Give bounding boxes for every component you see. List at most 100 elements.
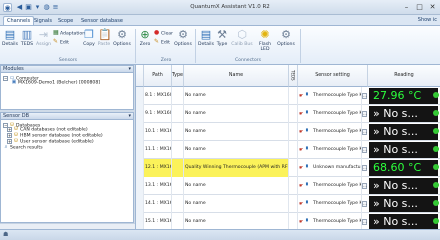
copy-button[interactable]: ❐ Copy bbox=[82, 29, 96, 48]
row-selector[interactable] bbox=[136, 123, 144, 141]
pin-icon[interactable]: ▾ bbox=[128, 113, 131, 120]
cell-name[interactable]: No name bbox=[184, 141, 289, 159]
status-dot bbox=[433, 164, 439, 170]
table-row[interactable]: 9.1 : MX1609-A-IN No name ☛▘Thermocouple T… bbox=[136, 105, 440, 123]
sensor-options-button[interactable]: ⚙ Options bbox=[112, 29, 132, 48]
row-selector[interactable] bbox=[136, 195, 144, 213]
cell-name[interactable]: No name bbox=[184, 123, 289, 141]
adaptation-button[interactable]: ▦Adaptation bbox=[53, 30, 85, 37]
tree-item-device[interactable]: ▣ MX1609-Demo1 (Belcher) [000808] bbox=[1, 79, 133, 86]
app-menu-icon[interactable]: ◉ bbox=[3, 3, 12, 12]
column-header-teds[interactable]: TEDS bbox=[289, 65, 298, 87]
channel-grid: Path Type Name TEDS Sensor setting Readi… bbox=[135, 65, 440, 240]
maximize-button[interactable]: □ bbox=[413, 2, 426, 12]
cell-name[interactable]: No name bbox=[184, 195, 289, 213]
reading-display: » No s... bbox=[369, 124, 438, 140]
row-selector[interactable] bbox=[136, 87, 144, 105]
pin-icon[interactable]: ▾ bbox=[128, 66, 131, 73]
cell-teds bbox=[289, 159, 298, 177]
column-header-name[interactable]: Name bbox=[184, 65, 289, 87]
table-row[interactable]: 13.1 : MX1609-A-IN No name ☛▘Thermocouple … bbox=[136, 177, 440, 195]
sensor-more-button[interactable]: … bbox=[362, 219, 367, 225]
connector-type-button[interactable]: ⚒ Type bbox=[215, 28, 229, 48]
column-header-reading[interactable]: Reading bbox=[368, 65, 440, 87]
cell-sensor-setting[interactable]: Thermocouple Type K bbox=[312, 141, 362, 159]
sensor-more-button[interactable]: … bbox=[362, 201, 367, 207]
sensor-more-button[interactable]: … bbox=[362, 147, 367, 153]
column-header-type[interactable]: Type bbox=[172, 65, 184, 87]
teds-button[interactable]: ▥ TEDS bbox=[19, 29, 35, 48]
cell-path: 10.1 : MX1609-A-IN bbox=[144, 123, 172, 141]
row-selector[interactable] bbox=[136, 177, 144, 195]
table-row[interactable]: 11.1 : MX1609-A-IN No name ☛▘Thermocouple … bbox=[136, 141, 440, 159]
row-selector[interactable] bbox=[136, 141, 144, 159]
cell-sensor-setting[interactable]: Thermocouple Type K bbox=[312, 87, 362, 105]
connector-options-icon: ⚙ bbox=[281, 28, 291, 41]
zero-options-button[interactable]: ⚙ Options bbox=[174, 29, 192, 48]
table-row[interactable]: 10.1 : MX1609-A-IN No name ☛▘Thermocouple … bbox=[136, 123, 440, 141]
minimize-button[interactable]: – bbox=[400, 2, 413, 12]
details-button[interactable]: ▤ Details bbox=[2, 29, 18, 48]
calib-bus-button[interactable]: ⬡ Calib Bus bbox=[230, 29, 254, 48]
sensordb-panel-title: Sensor DB bbox=[3, 113, 30, 119]
reading-display: » No s... bbox=[369, 214, 438, 230]
cell-name[interactable]: No name bbox=[184, 87, 289, 105]
sensor-more-button[interactable]: … bbox=[362, 93, 367, 99]
cell-sensor-setting[interactable]: Thermocouple Type K bbox=[312, 195, 362, 213]
row-selector[interactable] bbox=[136, 159, 144, 177]
dropdown-icon[interactable]: ▾ bbox=[33, 3, 42, 12]
thermocouple-icon: ▘ bbox=[306, 93, 310, 99]
tab-channels[interactable]: Channels bbox=[3, 16, 35, 25]
group-separator bbox=[300, 29, 301, 63]
expand-icon[interactable]: + bbox=[7, 126, 12, 132]
tab-scope[interactable]: Scope bbox=[55, 17, 76, 25]
paste-button[interactable]: 📋 Paste bbox=[97, 29, 112, 48]
thermocouple-icon: ▘ bbox=[306, 147, 310, 153]
cell-type bbox=[172, 105, 184, 123]
sensor-more-button[interactable]: … bbox=[362, 183, 367, 189]
connector-options-button[interactable]: ⚙ Options bbox=[276, 28, 296, 48]
collapse-icon[interactable]: − bbox=[3, 75, 8, 81]
flash-led-button[interactable]: ✺ Flash LED bbox=[255, 29, 275, 53]
cell-name[interactable]: No name bbox=[184, 105, 289, 123]
connector-details-button[interactable]: ▤ Details bbox=[198, 29, 214, 48]
thermocouple-icon: ▘ bbox=[306, 201, 310, 207]
edit-zero-button[interactable]: ✎ Edit bbox=[154, 39, 170, 46]
table-row[interactable]: 12.1 : MX1609-A-IN Quality Winning Thermo… bbox=[136, 159, 440, 177]
cell-sensor-setting[interactable]: Thermocouple Type K bbox=[312, 123, 362, 141]
help-icon[interactable]: ◍ bbox=[42, 3, 51, 12]
table-row[interactable]: 8.1 : MX1609-A-IN No name ☛▘Thermocouple T… bbox=[136, 87, 440, 105]
show-icons-toggle[interactable]: Show ic bbox=[418, 17, 437, 23]
sensor-more-button[interactable]: … bbox=[362, 111, 367, 117]
cell-sensor-setting[interactable]: Thermocouple Type K bbox=[312, 105, 362, 123]
zero-icon: ⊕ bbox=[140, 28, 150, 41]
save-icon[interactable]: ▣ bbox=[24, 3, 33, 12]
tab-signals[interactable]: Signals bbox=[31, 17, 55, 25]
clear-zero-button[interactable]: ● Clear bbox=[154, 30, 173, 37]
settings-icon[interactable]: ≡ bbox=[51, 3, 60, 12]
group-separator bbox=[135, 29, 136, 63]
zero-button[interactable]: ⊕ Zero bbox=[138, 28, 152, 48]
edit-sensor-button[interactable]: ✎ Edit bbox=[53, 39, 69, 46]
row-selector[interactable] bbox=[136, 105, 144, 123]
clear-icon: ● bbox=[154, 29, 160, 36]
tab-sensor-database[interactable]: Sensor database bbox=[78, 17, 126, 25]
connector-type-icon: ⚒ bbox=[217, 28, 227, 41]
close-button[interactable]: ✕ bbox=[426, 2, 439, 12]
column-header-sensor-setting[interactable]: Sensor setting bbox=[298, 65, 368, 87]
sensor-more-button[interactable]: … bbox=[362, 129, 367, 135]
table-row[interactable]: 14.1 : MX1609-A-IN No name ☛▘Thermocouple … bbox=[136, 195, 440, 213]
thermocouple-icon: ▘ bbox=[306, 183, 310, 189]
sensor-more-button[interactable]: … bbox=[362, 165, 367, 171]
sensor-icon: ☛ bbox=[299, 219, 304, 225]
expand-icon[interactable]: + bbox=[7, 138, 12, 144]
cell-name[interactable]: Quality Winning Thermocouple (APM with R… bbox=[184, 159, 289, 177]
column-header-path[interactable]: Path bbox=[144, 65, 172, 87]
back-icon[interactable]: ◀ bbox=[15, 3, 24, 12]
cell-sensor-setting[interactable]: Thermocouple Type K bbox=[312, 177, 362, 195]
assign-button[interactable]: ⇥ Assign bbox=[36, 29, 51, 48]
cell-sensor-setting[interactable]: Unknown manufactur... bbox=[312, 159, 362, 177]
cell-name[interactable]: No name bbox=[184, 177, 289, 195]
thermocouple-icon: ▘ bbox=[306, 219, 310, 225]
expand-icon[interactable]: + bbox=[7, 132, 12, 138]
